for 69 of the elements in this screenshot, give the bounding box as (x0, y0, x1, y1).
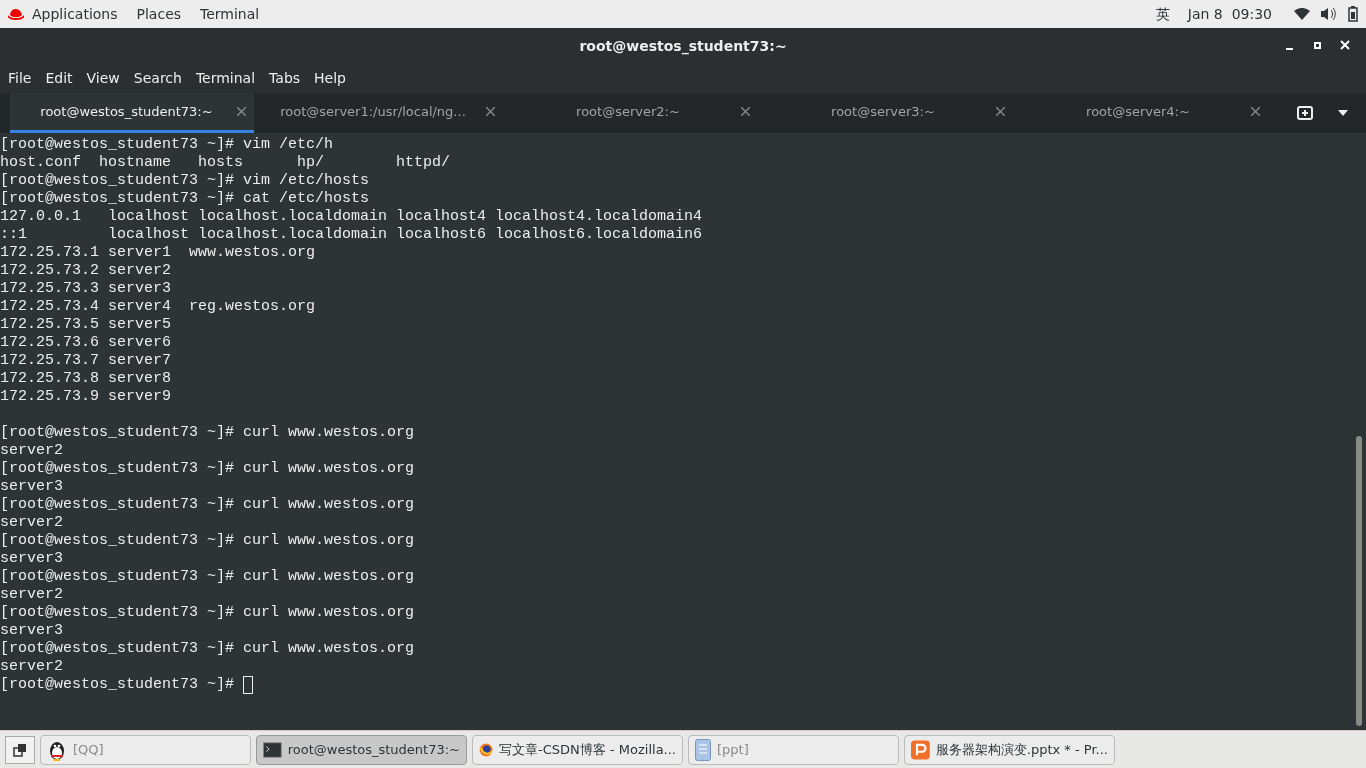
battery-icon[interactable] (1348, 6, 1358, 22)
terminal-prompt: [root@westos_student73 ~]# (0, 676, 236, 694)
menu-item[interactable]: Search (126, 68, 189, 89)
terminal-line: 172.25.73.4 server4 reg.westos.org (0, 298, 316, 316)
window-title: root@westos_student73:~ (579, 36, 787, 57)
volume-icon[interactable] (1320, 7, 1336, 21)
terminal-line: [root@westos_student73 ~]# curl www.westos.org (0, 532, 415, 550)
terminal-tab[interactable]: root@server3:~ (764, 93, 1019, 133)
terminal-tab[interactable]: root@server4:~ (1019, 93, 1274, 133)
terminal-line: [root@westos_student73 ~]# cat /etc/hosts (0, 190, 370, 208)
dropdown-icon[interactable] (1338, 110, 1348, 116)
terminal-tab[interactable]: root@westos_student73:~ (10, 93, 254, 133)
terminal-line: 172.25.73.5 server5 (0, 316, 172, 334)
top-bar-menu[interactable]: Terminal (200, 3, 260, 25)
new-tab-icon[interactable] (1296, 105, 1314, 121)
terminal-icon (263, 740, 282, 759)
terminal-line: server3 (0, 622, 63, 640)
terminal-line: ::1 localhost localhost.localdomain localhost6 localhost6.localdomain6 (0, 226, 703, 244)
close-icon[interactable] (1251, 107, 1260, 116)
terminal-line: server2 (0, 658, 63, 676)
slides-icon (911, 738, 930, 761)
terminal-line: [root@westos_student73 ~]# vim /etc/h (0, 136, 334, 154)
terminal-line: 172.25.73.8 server8 (0, 370, 172, 388)
close-icon[interactable] (237, 107, 246, 116)
terminal-line: server2 (0, 442, 63, 460)
taskbar-window-button[interactable]: 服务器架构演变.pptx * - Pr... (904, 734, 1115, 765)
terminal-line: [root@westos_student73 ~]# curl www.westos.org (0, 604, 415, 622)
close-icon[interactable] (996, 107, 1005, 116)
top-bar-menu[interactable]: Places (136, 3, 182, 25)
terminal-line: 172.25.73.2 server2 (0, 262, 172, 280)
close-icon[interactable] (741, 107, 750, 116)
terminal-line: 172.25.73.7 server7 (0, 352, 172, 370)
close-icon[interactable] (486, 107, 495, 116)
menu-item[interactable]: Edit (38, 68, 80, 89)
terminal-line: 127.0.0.1 localhost localhost.localdomain localhost4 localhost4.localdomain4 (0, 208, 703, 226)
menu-item[interactable]: Tabs (262, 68, 308, 89)
terminal-line: [root@westos_student73 ~]# curl www.westos.org (0, 460, 415, 478)
show-desktop-button[interactable] (5, 735, 35, 764)
taskbar-window-button[interactable]: 写文章-CSDN博客 - Mozilla... (472, 734, 683, 765)
menu-item[interactable]: Terminal (188, 68, 263, 89)
windows-icon (13, 742, 27, 757)
terminal-tab[interactable]: root@server1:/usr/local/ng... (254, 93, 509, 133)
terminal-line: [root@westos_student73 ~]# vim /etc/hosts (0, 172, 370, 190)
terminal-line: [root@westos_student73 ~]# curl www.westos.org (0, 640, 415, 658)
text-cursor (243, 676, 254, 694)
terminal-line: [root@westos_student73 ~]# curl www.westos.org (0, 424, 415, 442)
terminal-line: host.conf hostname hosts hp/ httpd/ (0, 154, 451, 172)
terminal-line: [root@westos_student73 ~]# curl www.westos.org (0, 496, 415, 514)
input-method-indicator[interactable]: 英 (1155, 3, 1170, 25)
terminal-line: 172.25.73.6 server6 (0, 334, 172, 352)
terminal-line: 172.25.73.9 server9 (0, 388, 172, 406)
terminal-line: server3 (0, 550, 63, 568)
terminal-line: server2 (0, 514, 63, 532)
wifi-icon[interactable] (1294, 8, 1310, 20)
hat-logo-icon (8, 8, 24, 20)
top-bar-menu[interactable]: Applications (32, 3, 118, 25)
menu-item[interactable]: View (79, 68, 127, 89)
terminal-line: [root@westos_student73 ~]# curl www.westos.org (0, 568, 415, 586)
menu-item[interactable]: File (1, 68, 39, 89)
taskbar-window-button[interactable]: root@westos_student73:~ (256, 734, 467, 765)
terminal-line: 172.25.73.3 server3 (0, 280, 172, 298)
document-icon (695, 738, 711, 761)
terminal-line: server3 (0, 478, 63, 496)
terminal-line: 172.25.73.1 server1 www.westos.org (0, 244, 316, 262)
close-button[interactable] (1338, 38, 1352, 52)
terminal-line: server2 (0, 586, 63, 604)
clock[interactable]: Jan 8 09:30 (1187, 3, 1272, 25)
terminal-tab[interactable]: root@server2:~ (509, 93, 764, 133)
menu-item[interactable]: Help (307, 68, 353, 89)
